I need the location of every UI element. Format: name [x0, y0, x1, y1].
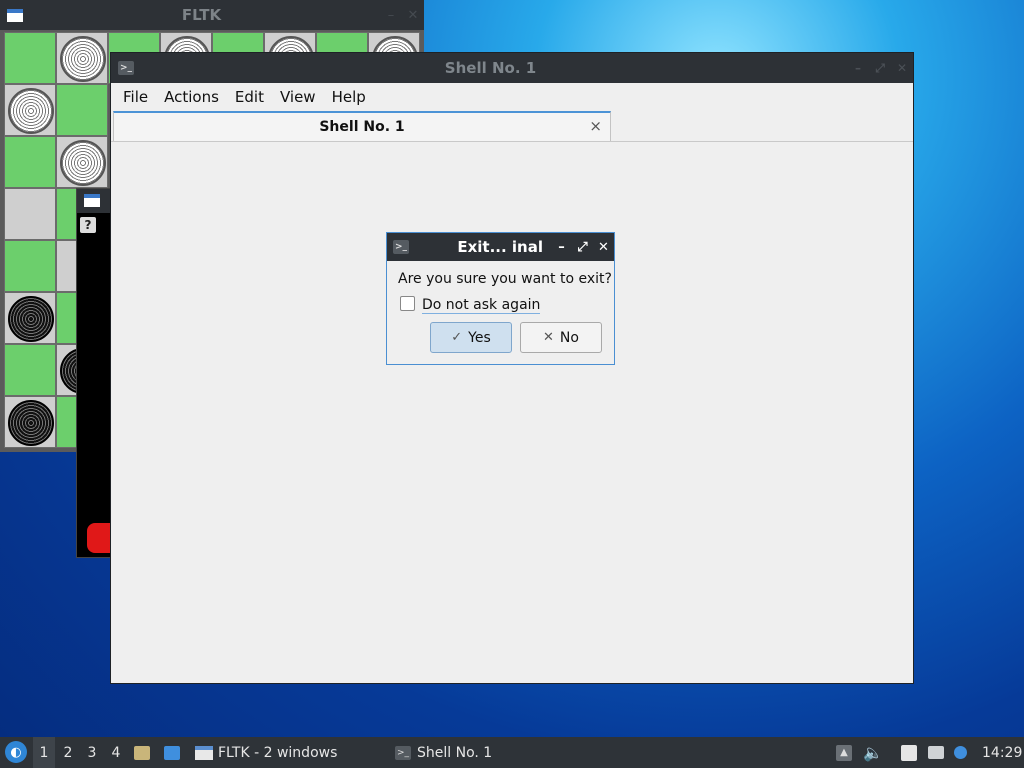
- do-not-ask-label[interactable]: Do not ask again: [422, 297, 541, 314]
- volume-icon[interactable]: 🔈: [863, 737, 883, 768]
- start-menu-icon[interactable]: ◐: [5, 741, 27, 763]
- maximize-icon[interactable]: ⤢: [869, 61, 891, 76]
- menu-edit[interactable]: Edit: [227, 83, 272, 111]
- show-desktop-launcher[interactable]: [164, 737, 180, 768]
- clipboard-icon[interactable]: [901, 737, 917, 768]
- tab-label: Shell No. 1: [319, 119, 405, 135]
- terminal-icon: >_: [395, 745, 411, 760]
- folder-icon: [134, 745, 150, 760]
- file-manager-launcher[interactable]: [134, 737, 150, 768]
- menu-help[interactable]: Help: [324, 83, 374, 111]
- menu-actions[interactable]: Actions: [156, 83, 227, 111]
- window-icon: [195, 745, 213, 760]
- menu-bar: File Actions Edit View Help: [111, 83, 913, 111]
- clock[interactable]: 14:29: [982, 737, 1022, 768]
- x-icon: ✕: [543, 330, 554, 345]
- dialog-titlebar[interactable]: >_ Exit... inal – ⤢ ✕: [387, 233, 614, 261]
- board-square[interactable]: [4, 396, 56, 448]
- task-label: FLTK - 2 windows: [218, 744, 338, 761]
- network-icon[interactable]: [928, 737, 944, 768]
- exit-dialog: >_ Exit... inal – ⤢ ✕ Are you sure you w…: [386, 232, 615, 365]
- dialog-message: Are you sure you want to exit?: [398, 271, 612, 287]
- terminal-icon: >_: [118, 61, 134, 75]
- close-icon[interactable]: ✕: [402, 8, 424, 23]
- white-piece[interactable]: [8, 88, 54, 134]
- do-not-ask-checkbox[interactable]: [400, 296, 415, 311]
- tab-bar: Shell No. 1 ×: [111, 111, 913, 142]
- help-button[interactable]: ?: [80, 217, 96, 233]
- workspace-4[interactable]: 4: [105, 737, 127, 768]
- tray-up-icon[interactable]: ▲: [836, 737, 852, 768]
- terminal-icon: >_: [393, 240, 409, 254]
- board-square[interactable]: [56, 32, 108, 84]
- menu-view[interactable]: View: [272, 83, 324, 111]
- black-piece[interactable]: [8, 192, 54, 238]
- board-square[interactable]: [56, 84, 108, 136]
- fltk-title: FLTK: [181, 6, 222, 24]
- board-square[interactable]: [4, 292, 56, 344]
- task-label: Shell No. 1: [417, 744, 493, 761]
- board-square[interactable]: [56, 136, 108, 188]
- white-piece[interactable]: [60, 36, 106, 82]
- workspace-3[interactable]: 3: [81, 737, 103, 768]
- check-icon: ✓: [451, 330, 463, 345]
- board-square[interactable]: [4, 240, 56, 292]
- minimize-icon[interactable]: –: [847, 61, 869, 75]
- notification-icon[interactable]: [954, 737, 967, 768]
- tab-close-icon[interactable]: ×: [589, 117, 602, 135]
- no-button[interactable]: ✕ No: [520, 322, 602, 353]
- board-square[interactable]: [4, 32, 56, 84]
- yes-button[interactable]: ✓ Yes: [430, 322, 512, 353]
- fltk-titlebar[interactable]: FLTK – ✕: [0, 0, 424, 30]
- white-piece[interactable]: [60, 140, 106, 186]
- board-square[interactable]: [4, 136, 56, 188]
- menu-file[interactable]: File: [115, 83, 156, 111]
- minimize-icon[interactable]: –: [551, 240, 572, 255]
- window-icon: [84, 194, 100, 207]
- tab-shell[interactable]: Shell No. 1 ×: [113, 111, 611, 141]
- maximize-icon[interactable]: ⤢: [572, 240, 593, 255]
- minimize-icon[interactable]: –: [380, 8, 402, 23]
- workspace-1[interactable]: 1: [33, 737, 55, 768]
- shell-window: >_ Shell No. 1 – ⤢ ✕ File Actions Edit V…: [110, 52, 914, 684]
- taskbar: ◐ 1 2 3 4 FLTK - 2 windows >_ Shell No. …: [0, 737, 1024, 768]
- board-square[interactable]: [4, 188, 56, 240]
- black-piece[interactable]: [8, 400, 54, 446]
- black-piece[interactable]: [8, 296, 54, 342]
- workspace-2[interactable]: 2: [57, 737, 79, 768]
- board-square[interactable]: [4, 344, 56, 396]
- task-fltk[interactable]: FLTK - 2 windows: [195, 737, 337, 768]
- close-icon[interactable]: ✕: [593, 240, 614, 255]
- no-label: No: [559, 329, 579, 346]
- window-icon: [7, 8, 23, 22]
- dialog-title: Exit... inal: [457, 238, 543, 256]
- shell-titlebar[interactable]: >_ Shell No. 1 – ⤢ ✕: [111, 53, 913, 83]
- yes-label: Yes: [468, 329, 491, 346]
- close-icon[interactable]: ✕: [891, 61, 913, 75]
- shell-title: Shell No. 1: [444, 59, 537, 77]
- desktop-icon: [164, 745, 180, 760]
- board-square[interactable]: [4, 84, 56, 136]
- task-shell[interactable]: >_ Shell No. 1: [395, 737, 492, 768]
